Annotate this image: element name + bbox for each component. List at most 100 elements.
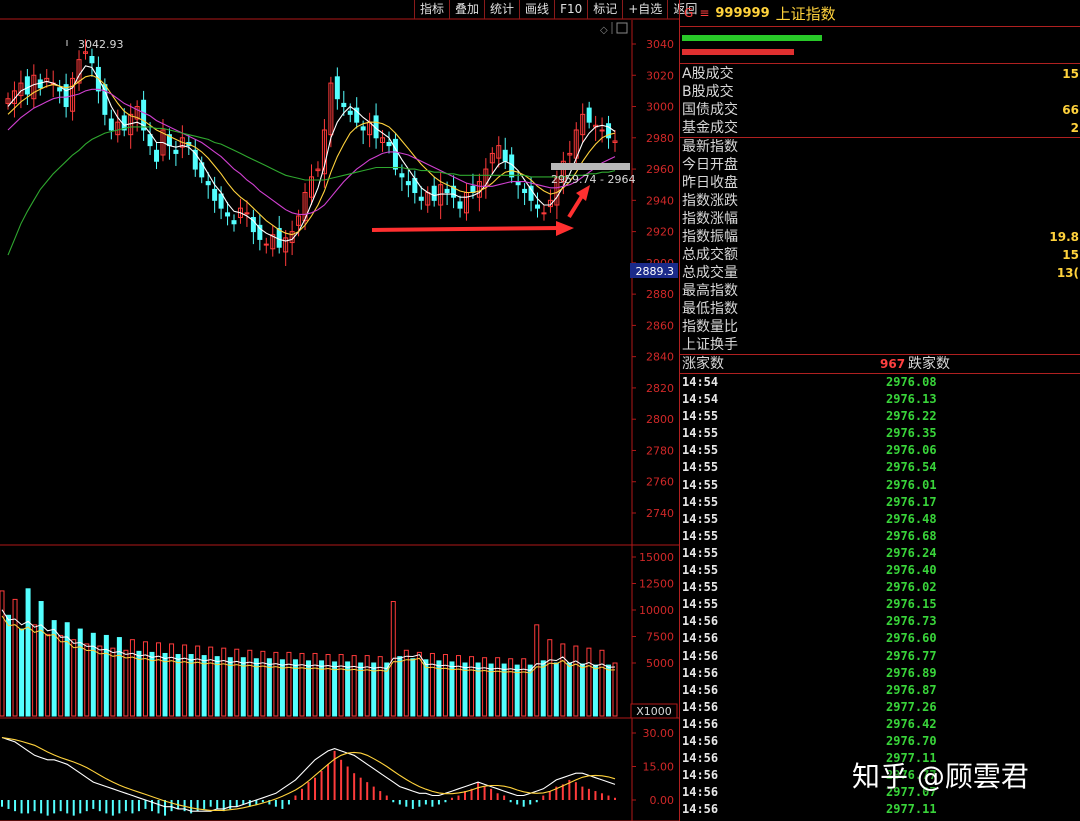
candle-body <box>431 185 437 201</box>
advance-label: 涨家数 <box>682 356 724 372</box>
buy-sell-bars <box>680 27 1080 64</box>
tick-price: 2976.06 <box>886 443 937 458</box>
stat-row: 总成交额 15 <box>680 246 1080 264</box>
volume-bar <box>162 652 168 717</box>
toolbar-mark-button[interactable]: 标记 <box>587 0 622 19</box>
stat-value: 2 <box>1070 121 1079 135</box>
volume-bar <box>116 637 122 717</box>
tick-list[interactable]: 14:54 2976.08 14:54 2976.13 14:55 2976.22 14:5… <box>680 374 1080 818</box>
hamburger-icon[interactable]: ≡ <box>699 6 709 20</box>
tick-row: 14:56 2976.70 <box>680 733 1080 750</box>
candle-body <box>212 188 218 201</box>
stat-row: B股成交 <box>680 83 1080 101</box>
quote-panel: G ≡ 999999 上证指数 A股成交 15 B股成交 国债成交 66 基金成交 2 最新… <box>679 0 1080 821</box>
y-tick-label: 2820 <box>646 382 674 395</box>
tick-time: 14:55 <box>682 494 719 509</box>
stat-label: 总成交额 <box>682 247 738 263</box>
chart-area[interactable]: ◇304030203000298029602940292029002880286… <box>0 0 679 821</box>
y-tick-label: 5000 <box>646 657 674 670</box>
stat-row: 国债成交 66 <box>680 101 1080 119</box>
toolbar-overlay-button[interactable]: 叠加 <box>449 0 484 19</box>
y-tick-label: 2760 <box>646 476 674 489</box>
tick-row: 14:55 2976.68 <box>680 528 1080 545</box>
menu-icon[interactable]: G <box>684 6 693 20</box>
candle-body <box>57 87 63 92</box>
stat-row: 最新指数 <box>680 138 1080 156</box>
tick-time: 14:55 <box>682 443 719 458</box>
toolbar-f10-button[interactable]: F10 <box>554 0 587 19</box>
tick-row: 14:56 2977.26 <box>680 699 1080 716</box>
tick-row: 14:55 2976.17 <box>680 494 1080 511</box>
toolbar-watchlist-button[interactable]: +自选 <box>622 0 667 19</box>
horizontal-arrow-shaft <box>371 226 561 232</box>
toolbar-indicator-button[interactable]: 指标 <box>414 0 449 19</box>
tick-price: 2977.26 <box>886 699 937 714</box>
tick-time: 14:55 <box>682 426 719 441</box>
volume-bar <box>123 649 129 717</box>
stat-row: A股成交 15 <box>680 65 1080 83</box>
volume-bar <box>521 658 527 717</box>
moving-average-line <box>7 65 616 242</box>
volume-bar <box>605 664 611 717</box>
stat-row: 指数振幅 19.8 <box>680 228 1080 246</box>
tick-price: 2976.24 <box>886 545 937 560</box>
volume-bar <box>110 647 116 717</box>
volume-bar <box>208 646 214 717</box>
moving-average-line <box>7 74 616 236</box>
candle-body <box>154 149 160 162</box>
volume-bar <box>221 647 227 717</box>
tick-time: 14:55 <box>682 528 719 543</box>
tick-time: 14:55 <box>682 545 719 560</box>
tick-time: 14:56 <box>682 699 719 714</box>
candle-body <box>360 126 366 131</box>
volume-bar <box>58 634 64 717</box>
stat-label: B股成交 <box>682 84 734 100</box>
trade-stats: A股成交 15 B股成交 国债成交 66 基金成交 2 <box>680 64 1080 137</box>
stat-value: 13( <box>1056 266 1079 280</box>
candle-body <box>147 134 153 147</box>
tick-time: 14:56 <box>682 716 719 731</box>
tick-row: 14:55 2976.02 <box>680 579 1080 596</box>
stat-value: 19.8 <box>1049 230 1079 244</box>
stat-label: 国债成交 <box>682 102 738 118</box>
tick-price: 2976.89 <box>886 665 937 680</box>
y-tick-label: 3040 <box>646 38 674 51</box>
diagonal-arrow-shaft <box>567 194 584 219</box>
candle-body <box>541 212 547 215</box>
volume-bar <box>410 658 416 717</box>
volume-bar <box>338 654 344 717</box>
tick-row: 14:55 2976.35 <box>680 425 1080 442</box>
tick-time: 14:55 <box>682 477 719 492</box>
volume-bar <box>25 588 31 717</box>
stat-value: 15 <box>1062 67 1079 81</box>
tick-row: 14:56 2976.42 <box>680 716 1080 733</box>
volume-bar <box>566 662 572 717</box>
volume-bar <box>227 657 233 717</box>
toolbar-stats-button[interactable]: 统计 <box>484 0 519 19</box>
y-tick-label: 2860 <box>646 319 674 332</box>
volume-bar <box>0 590 5 717</box>
tick-price: 2976.77 <box>886 648 937 663</box>
tick-price: 2976.73 <box>886 614 937 629</box>
y-tick-label: 10000 <box>639 604 674 617</box>
tick-time: 14:56 <box>682 631 719 646</box>
volume-bar <box>6 614 12 717</box>
tick-row: 14:55 2976.06 <box>680 442 1080 459</box>
volume-bar <box>234 648 240 717</box>
tick-price: 2976.87 <box>886 682 937 697</box>
stat-row: 最低指数 <box>680 300 1080 318</box>
candle-body <box>444 188 450 194</box>
tick-time: 14:54 <box>682 375 719 389</box>
volume-bar <box>129 639 135 717</box>
candle-body <box>586 107 592 123</box>
window-icon <box>616 22 628 34</box>
tick-price: 2976.42 <box>886 716 937 731</box>
volume-bar <box>103 634 109 717</box>
y-tick-label: 2840 <box>646 351 674 364</box>
y-tick-label: 7500 <box>646 631 674 644</box>
candle-body <box>386 141 392 147</box>
tick-row: 14:55 2976.24 <box>680 545 1080 562</box>
toolbar-draw-button[interactable]: 画线 <box>519 0 554 19</box>
candle-body <box>392 138 398 170</box>
volume-bar <box>156 642 162 717</box>
